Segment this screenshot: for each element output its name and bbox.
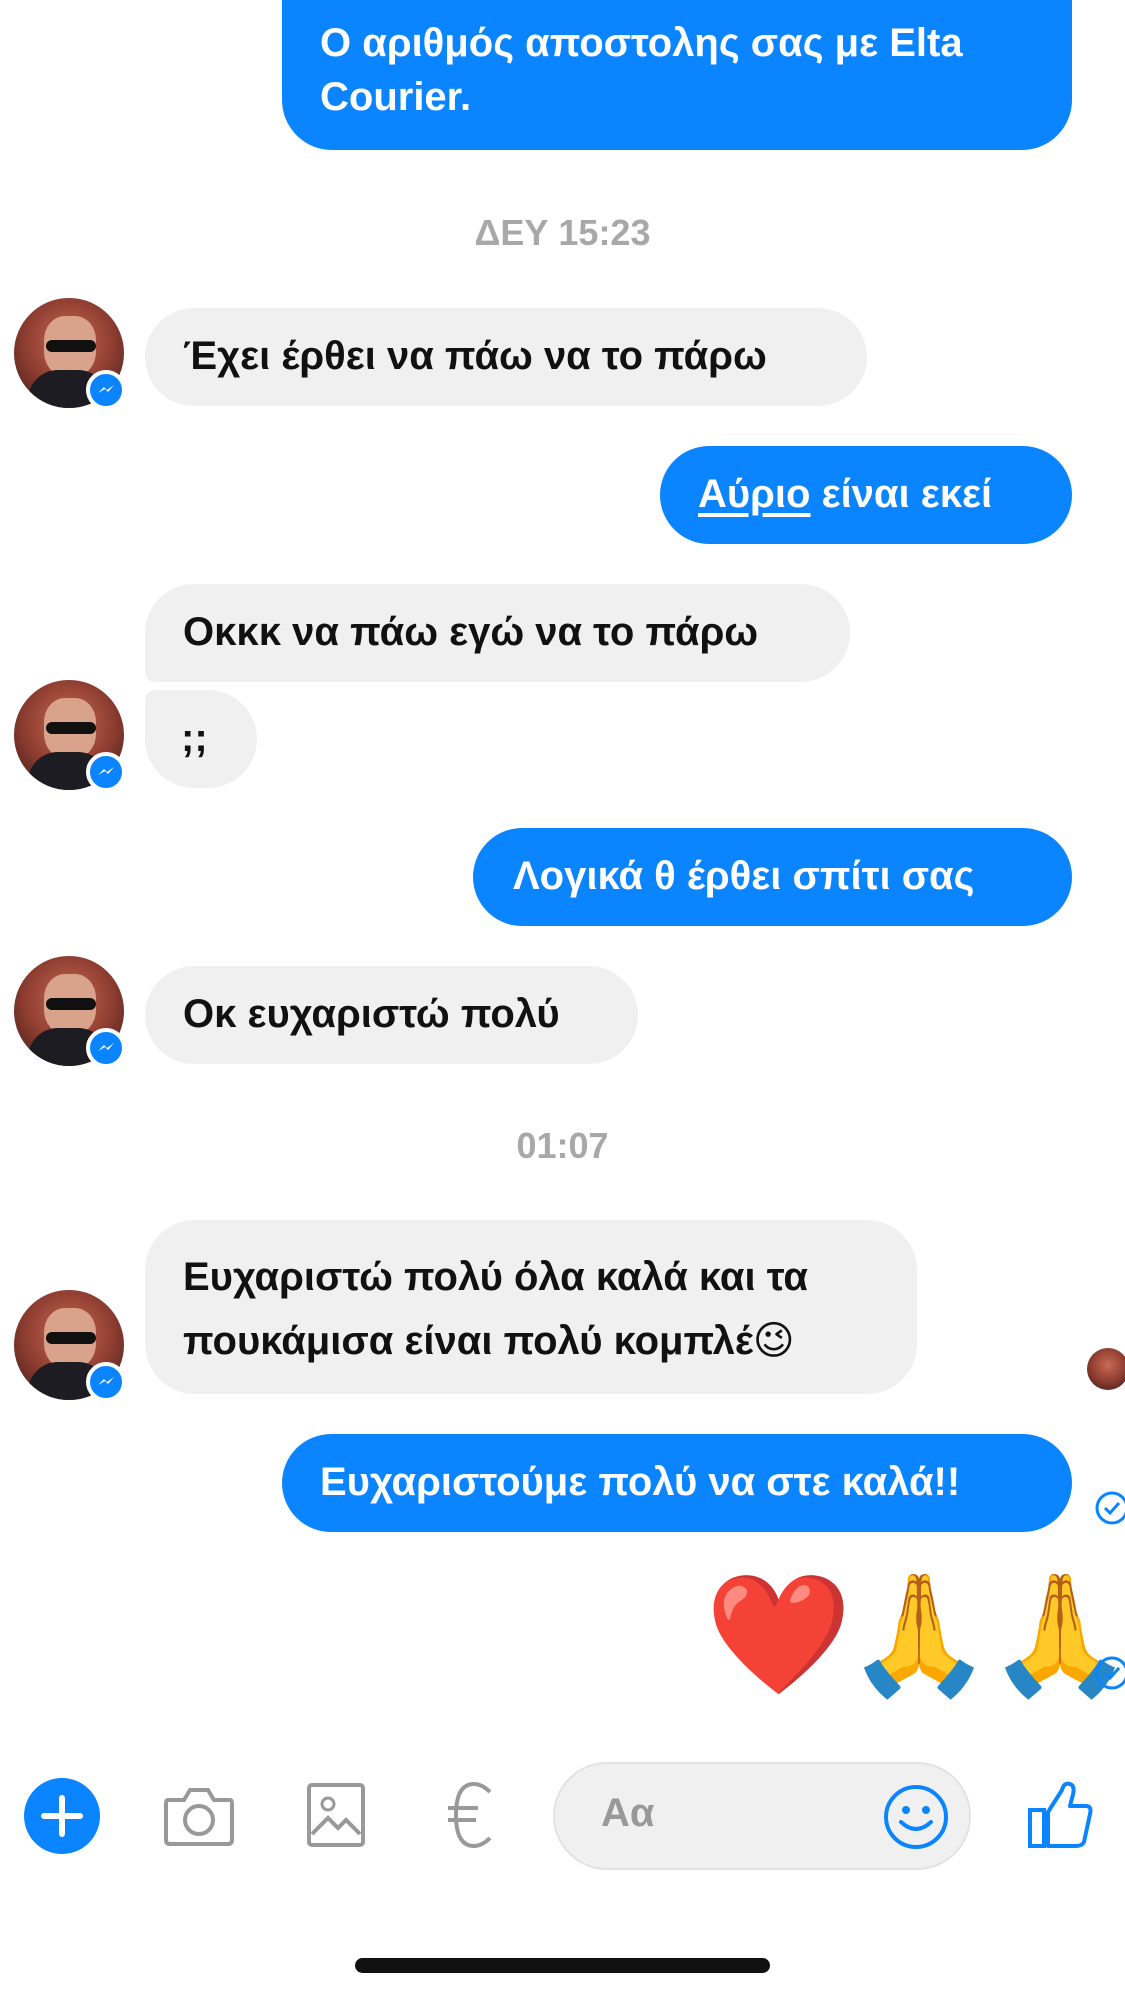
emoji-message[interactable]: ❤️🙏🙏 (705, 1560, 1125, 1710)
plus-icon[interactable] (24, 1778, 100, 1859)
home-indicator[interactable] (355, 1958, 770, 1973)
message-text: Ευχαριστούμε πολύ να στε καλά!! (320, 1460, 961, 1504)
message-text-line: Courier. (320, 75, 472, 119)
message-text-line: Ο αριθμός αποστολης σας με Elta (320, 21, 963, 65)
contact-avatar[interactable] (14, 298, 126, 410)
message-text: Οκκκ να πάω εγώ να το πάρω (183, 610, 759, 654)
euro-icon[interactable] (446, 1780, 496, 1855)
thumbs-up-icon[interactable] (1024, 1776, 1096, 1857)
contact-avatar[interactable] (14, 1290, 126, 1402)
image-icon[interactable] (306, 1782, 366, 1853)
message-text: είναι εκεί (810, 472, 993, 516)
date-link[interactable]: Αύριο (698, 472, 810, 516)
wink-emoji: 😉 (752, 1319, 795, 1363)
message-text: Λογικά θ έρθει σπίτι σας (513, 854, 975, 898)
message-text-line: Ευχαριστώ πολύ όλα καλά και τα (183, 1255, 809, 1299)
camera-icon[interactable] (162, 1784, 236, 1853)
timestamp: 01:07 (516, 1125, 609, 1166)
messenger-icon (86, 752, 126, 792)
incoming-message[interactable]: Ευχαριστώ πολύ όλα καλά και τα πουκάμισα… (145, 1220, 917, 1394)
message-text: ❤️🙏🙏 (705, 1569, 1125, 1701)
outgoing-message[interactable]: Ο αριθμός αποστολης σας με Elta Courier. (282, 0, 1072, 150)
emoji-icon[interactable] (883, 1784, 949, 1855)
message-text: ;; (181, 716, 208, 760)
incoming-message[interactable]: Οκκκ να πάω εγώ να το πάρω (145, 584, 850, 682)
incoming-message[interactable]: Έχει έρθει να πάω να το πάρω (145, 308, 867, 406)
incoming-message[interactable]: Οκ ευχαριστώ πολύ (145, 966, 638, 1064)
timestamp: ΔΕΥ 15:23 (474, 212, 651, 253)
outgoing-message[interactable]: Ευχαριστούμε πολύ να στε καλά!! (282, 1434, 1072, 1532)
check-circle-icon (1094, 1655, 1125, 1696)
messenger-icon (86, 370, 126, 410)
message-input[interactable]: Αα (553, 1762, 971, 1870)
messenger-icon (86, 1362, 126, 1402)
outgoing-message[interactable]: Αύριο είναι εκεί (660, 446, 1072, 544)
seen-avatar (1087, 1348, 1125, 1390)
contact-avatar[interactable] (14, 956, 126, 1068)
message-text: Έχει έρθει να πάω να το πάρω (183, 334, 767, 378)
message-text: Οκ ευχαριστώ πολύ (183, 992, 560, 1036)
message-text-line: πουκάμισα είναι πολύ κομπλέ (183, 1319, 753, 1363)
messenger-icon (86, 1028, 126, 1068)
message-input-placeholder: Αα (601, 1791, 655, 1835)
check-circle-icon (1094, 1490, 1125, 1531)
outgoing-message[interactable]: Λογικά θ έρθει σπίτι σας (473, 828, 1072, 926)
contact-avatar[interactable] (14, 680, 126, 792)
incoming-message[interactable]: ;; (145, 690, 257, 788)
